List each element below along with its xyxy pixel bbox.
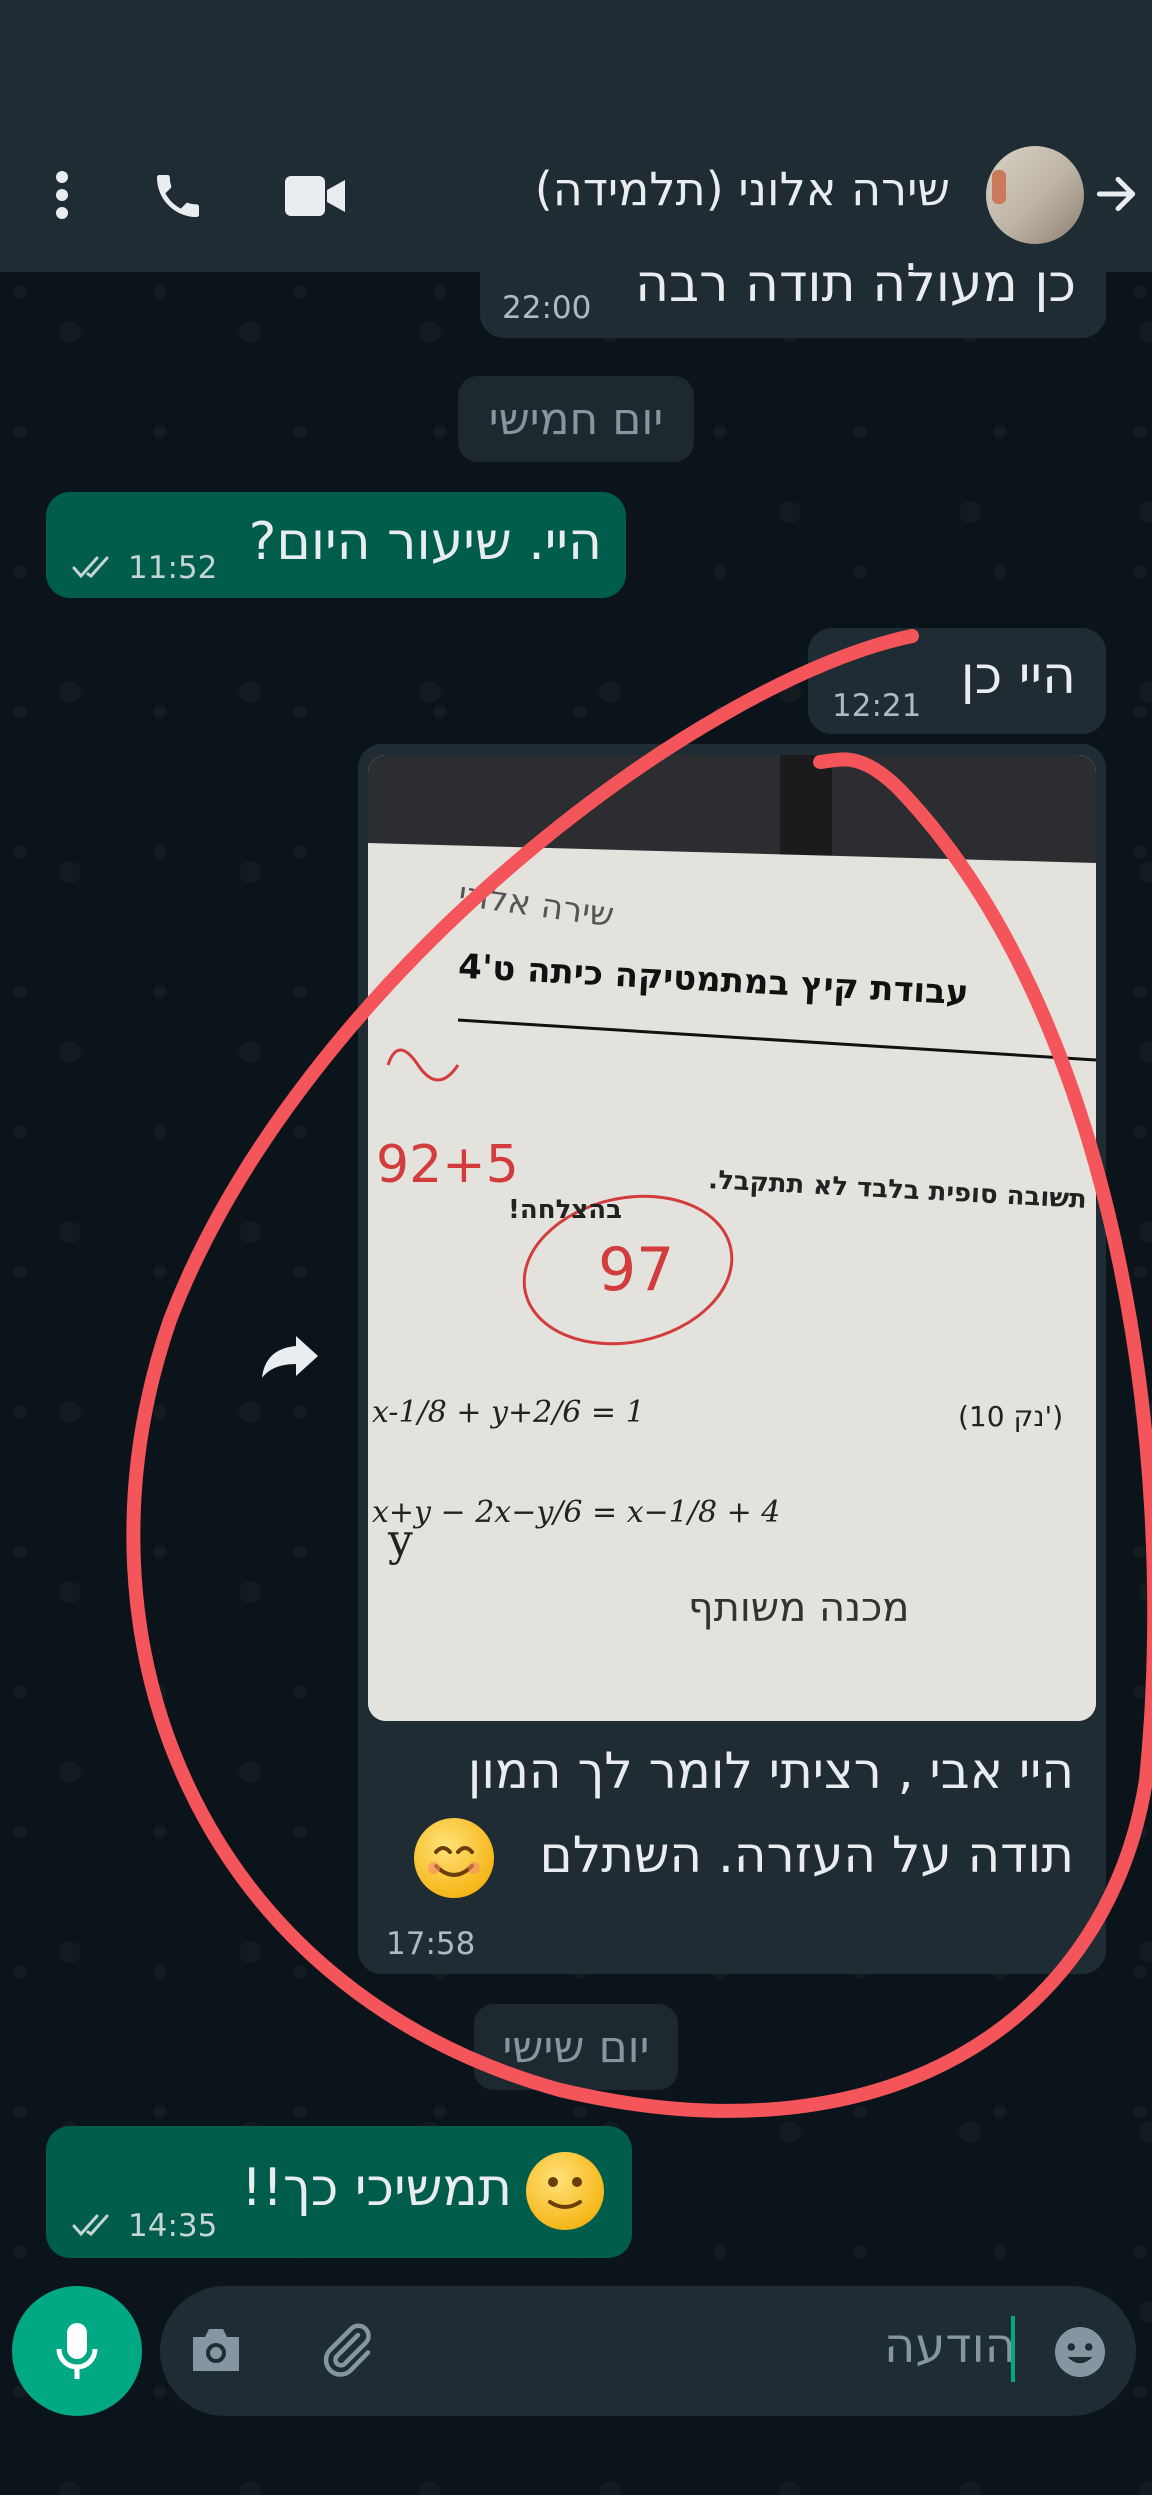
mic-button[interactable]	[12, 2286, 142, 2416]
emoji-icon[interactable]	[1048, 2320, 1112, 2384]
attach-icon[interactable]	[316, 2318, 380, 2382]
camera-icon[interactable]	[186, 2322, 246, 2378]
annotation-circle	[126, 629, 1152, 2118]
mic-icon	[56, 2323, 98, 2379]
message-input-placeholder[interactable]: הודעה	[884, 2318, 1016, 2374]
text-cursor	[1011, 2316, 1015, 2382]
